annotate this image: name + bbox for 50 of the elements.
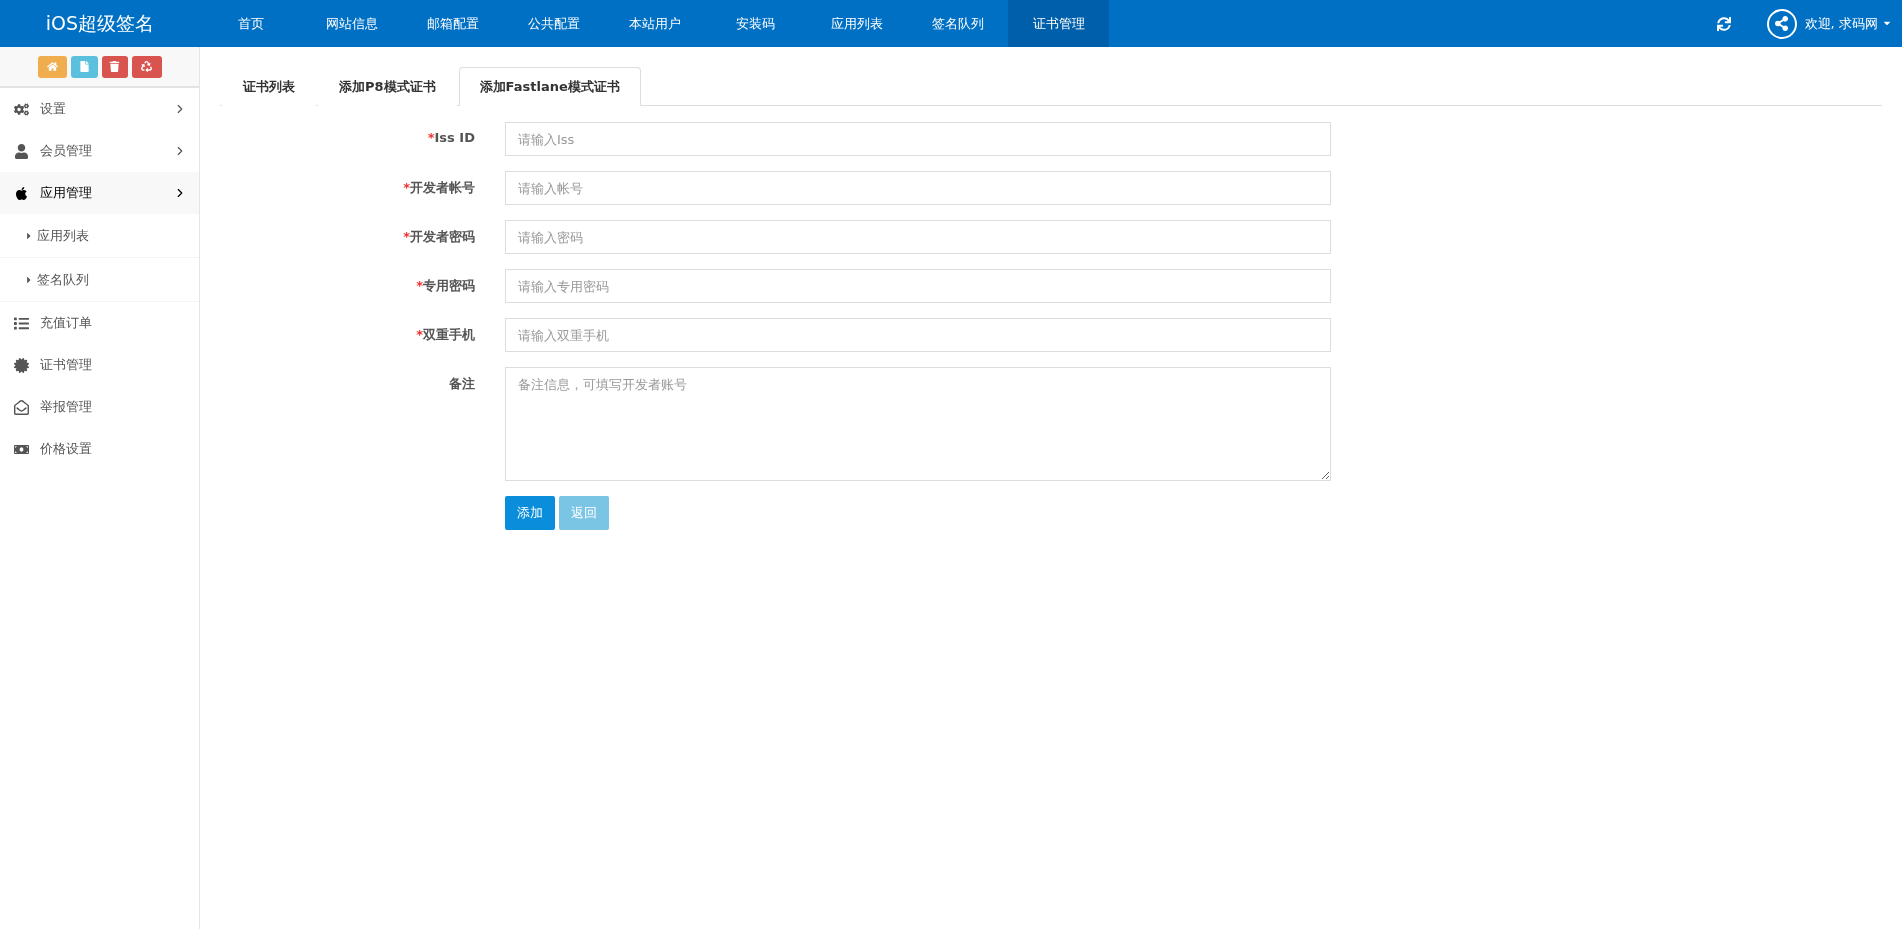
nav-tab[interactable]: 安装码 <box>705 0 806 47</box>
tab[interactable]: 添加Fastlane模式证书 <box>458 67 641 106</box>
user-menu[interactable]: 欢迎, 求码网 <box>1804 14 1892 33</box>
input-field[interactable]: 请输入密码 <box>505 220 1331 254</box>
document-button[interactable] <box>70 55 98 78</box>
nav-tab[interactable]: 应用列表 <box>806 0 907 47</box>
sidebar-item[interactable]: 应用管理 <box>0 172 199 214</box>
input-field[interactable]: 请输入专用密码 <box>505 269 1331 303</box>
envelope-icon <box>12 399 30 415</box>
nav-tab[interactable]: 邮箱配置 <box>402 0 503 47</box>
recycle-button[interactable] <box>131 55 162 78</box>
user-icon <box>12 143 30 159</box>
badge-icon <box>12 357 30 373</box>
subitem-label: 应用列表 <box>37 226 89 245</box>
sidebar-label: 证书管理 <box>40 356 92 374</box>
document-icon <box>78 61 90 72</box>
nav-tab[interactable]: 证书管理 <box>1008 0 1109 47</box>
list-icon <box>12 315 30 331</box>
field-label: *专用密码 <box>415 277 476 295</box>
field-label: *Iss ID <box>426 129 476 147</box>
sidebar-label: 设置 <box>40 100 66 118</box>
gears-icon <box>12 101 30 117</box>
home-icon <box>46 61 58 72</box>
field-label: *双重手机 <box>415 326 476 344</box>
remark-field[interactable]: 备注信息，可填写开发者账号 <box>505 367 1331 481</box>
submit-button[interactable]: 添加 <box>505 496 555 530</box>
sidebar-label: 举报管理 <box>40 398 92 416</box>
field-label: *开发者密码 <box>402 228 476 246</box>
refresh-icon[interactable] <box>1716 16 1731 31</box>
sidebar-label: 充值订单 <box>40 314 92 332</box>
nav-tab[interactable]: 本站用户 <box>604 0 705 47</box>
input-field[interactable]: 请输入双重手机 <box>505 318 1331 352</box>
nav-tab[interactable]: 网站信息 <box>301 0 402 47</box>
nav-tab[interactable]: 公共配置 <box>503 0 604 47</box>
sidebar-subitem[interactable]: 应用列表 <box>0 214 199 258</box>
field-label: 备注 <box>448 375 476 393</box>
sidebar-label: 会员管理 <box>40 142 92 160</box>
trash-button[interactable] <box>101 55 128 78</box>
input-field[interactable]: 请输入Iss <box>505 122 1331 156</box>
site-logo: iOS超级签名 <box>44 10 156 36</box>
recycle-icon <box>141 61 152 72</box>
field-label: *开发者帐号 <box>402 179 476 197</box>
sidebar-label: 应用管理 <box>40 184 92 202</box>
trash-icon <box>109 61 120 72</box>
share-icon[interactable] <box>1766 8 1797 39</box>
sidebar-label: 价格设置 <box>40 440 92 458</box>
nav-tab[interactable]: 签名队列 <box>907 0 1008 47</box>
input-field[interactable]: 请输入帐号 <box>505 171 1331 205</box>
subitem-label: 签名队列 <box>37 270 89 289</box>
nav-tab[interactable]: 首页 <box>200 0 301 47</box>
